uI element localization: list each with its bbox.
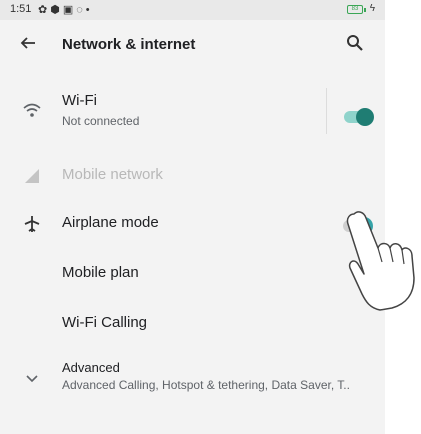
wifi-toggle[interactable] <box>344 108 374 126</box>
wifi-divider <box>326 88 327 134</box>
tap-hand-icon <box>346 211 415 311</box>
back-arrow-icon[interactable] <box>18 33 38 53</box>
page-title: Network & internet <box>62 36 196 53</box>
settings-icon: ✿ <box>38 4 51 16</box>
mobile-plan-row[interactable]: Mobile plan <box>0 258 385 288</box>
mobile-network-row[interactable]: Mobile network <box>0 160 385 190</box>
chevron-down-icon <box>26 375 38 383</box>
airplane-icon <box>24 216 40 232</box>
app-bar: Network & internet <box>0 20 385 68</box>
airplane-mode-row[interactable]: Airplane mode <box>0 208 385 238</box>
shield-icon: ⬢ <box>50 4 63 16</box>
charging-icon: ϟ <box>369 3 375 14</box>
settings-screen: 1:51 ✿⬢▣◌• 83 ϟ Network & internet Wi-Fi… <box>0 0 385 434</box>
mobile-plan-title: Mobile plan <box>62 264 139 281</box>
airplane-mode-title: Airplane mode <box>62 214 159 231</box>
advanced-title: Advanced <box>62 360 120 375</box>
status-icons: ✿⬢▣◌• <box>38 3 93 16</box>
battery-level: 83 <box>351 6 359 12</box>
wifi-calling-row[interactable]: Wi-Fi Calling <box>0 308 385 338</box>
wifi-toggle-thumb <box>356 108 374 126</box>
mobile-network-title: Mobile network <box>62 166 163 183</box>
status-time: 1:51 <box>10 3 32 15</box>
wifi-calling-title: Wi-Fi Calling <box>62 314 148 331</box>
wifi-subtitle: Not connected <box>62 114 140 128</box>
advanced-subtitle: Advanced Calling, Hotspot & tethering, D… <box>62 378 350 392</box>
search-icon[interactable] <box>345 33 365 53</box>
signal-icon <box>25 169 39 183</box>
battery-tip <box>364 8 366 12</box>
wifi-row[interactable]: Wi-Fi Not connected <box>0 86 385 136</box>
wifi-title: Wi-Fi <box>62 92 97 109</box>
wifi-icon <box>23 103 41 117</box>
sync-icon: ◌ <box>76 4 86 16</box>
battery-icon: 83 <box>347 5 363 14</box>
notification-icon: ▣ <box>62 4 77 16</box>
dot-icon: • <box>85 4 93 16</box>
status-bar: 1:51 ✿⬢▣◌• 83 ϟ <box>0 0 385 20</box>
advanced-row[interactable]: Advanced Advanced Calling, Hotspot & tet… <box>0 356 385 400</box>
